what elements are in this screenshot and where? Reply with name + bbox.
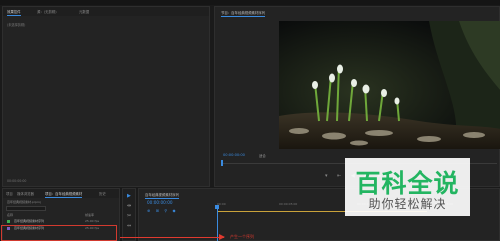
ruler-tick-label: 00:00:05:00: [279, 202, 298, 206]
program-monitor-title[interactable]: 节目：百年经典视频素材序列: [221, 10, 266, 17]
clip-color-swatch: [7, 220, 10, 223]
slip-tool-icon[interactable]: ⇔: [127, 223, 131, 229]
razor-tool-icon[interactable]: ✂: [127, 213, 131, 219]
project-file-name: 百年经典视频素材.prproj: [7, 200, 41, 204]
tab-media-browser[interactable]: 媒体浏览器: [17, 191, 34, 196]
tab-source[interactable]: 源：(无剪辑): [37, 9, 57, 14]
clip-name: 百年经典视频素材序列: [14, 219, 45, 223]
no-clip-selected-label: (未选择剪辑): [7, 23, 26, 27]
timeline-toolbar-icons[interactable]: ⊕ ⊞ ⚲ ◆: [147, 208, 178, 213]
tab-history[interactable]: 历史: [99, 191, 106, 196]
project-tabbar: 项目 媒体浏览器 项目：百年经典视频素材 历史: [3, 189, 119, 198]
tab-metadata[interactable]: 元数据: [79, 9, 89, 14]
track-select-tool-icon[interactable]: ⇹: [127, 203, 131, 209]
clip-framerate: 25.00 fps: [85, 219, 100, 223]
fit-dropdown[interactable]: 适合: [259, 153, 266, 158]
tab-project[interactable]: 项目: [6, 191, 13, 196]
annotation-text: 产生一个序列: [230, 234, 254, 239]
program-playhead[interactable]: [221, 160, 223, 166]
timeline-playhead[interactable]: [217, 207, 218, 241]
watermark-subtitle: 助你轻松解决: [368, 197, 447, 211]
selection-tool-icon[interactable]: ▶: [127, 193, 131, 199]
timeline-timecode[interactable]: 00:00:00:00: [147, 200, 173, 205]
tab-effect-controls[interactable]: 效果控件: [7, 9, 21, 16]
tools-panel: ▶ ⇹ ✂ ⇔: [122, 188, 136, 241]
program-timecode[interactable]: 00:00:00:00: [223, 153, 245, 157]
source-panel: 效果控件 源：(无剪辑) 元数据 (未选择剪辑) 00:00:00:00: [2, 6, 210, 187]
source-tabbar: 效果控件 源：(无剪辑) 元数据: [3, 7, 209, 16]
video-frame: [279, 21, 500, 149]
source-timecode: 00:00:00:00: [7, 179, 27, 183]
timeline-sequence-tab[interactable]: 百年经典视频素材序列: [145, 192, 179, 199]
tab-project-name[interactable]: 项目：百年经典视频素材: [45, 191, 83, 198]
project-search-input[interactable]: [6, 206, 46, 211]
snowdrop-flowers-image: [279, 21, 500, 149]
annotation-arrow-head: [219, 234, 225, 240]
annotation-arrow-line: [120, 237, 224, 238]
selection-highlight-box: [1, 225, 117, 241]
column-framerate-header[interactable]: 帧速率: [85, 213, 94, 217]
top-menu-bar: [0, 0, 500, 5]
watermark-logo: 百科全说 助你轻松解决: [345, 158, 470, 216]
column-name-header[interactable]: 名称: [7, 213, 13, 217]
